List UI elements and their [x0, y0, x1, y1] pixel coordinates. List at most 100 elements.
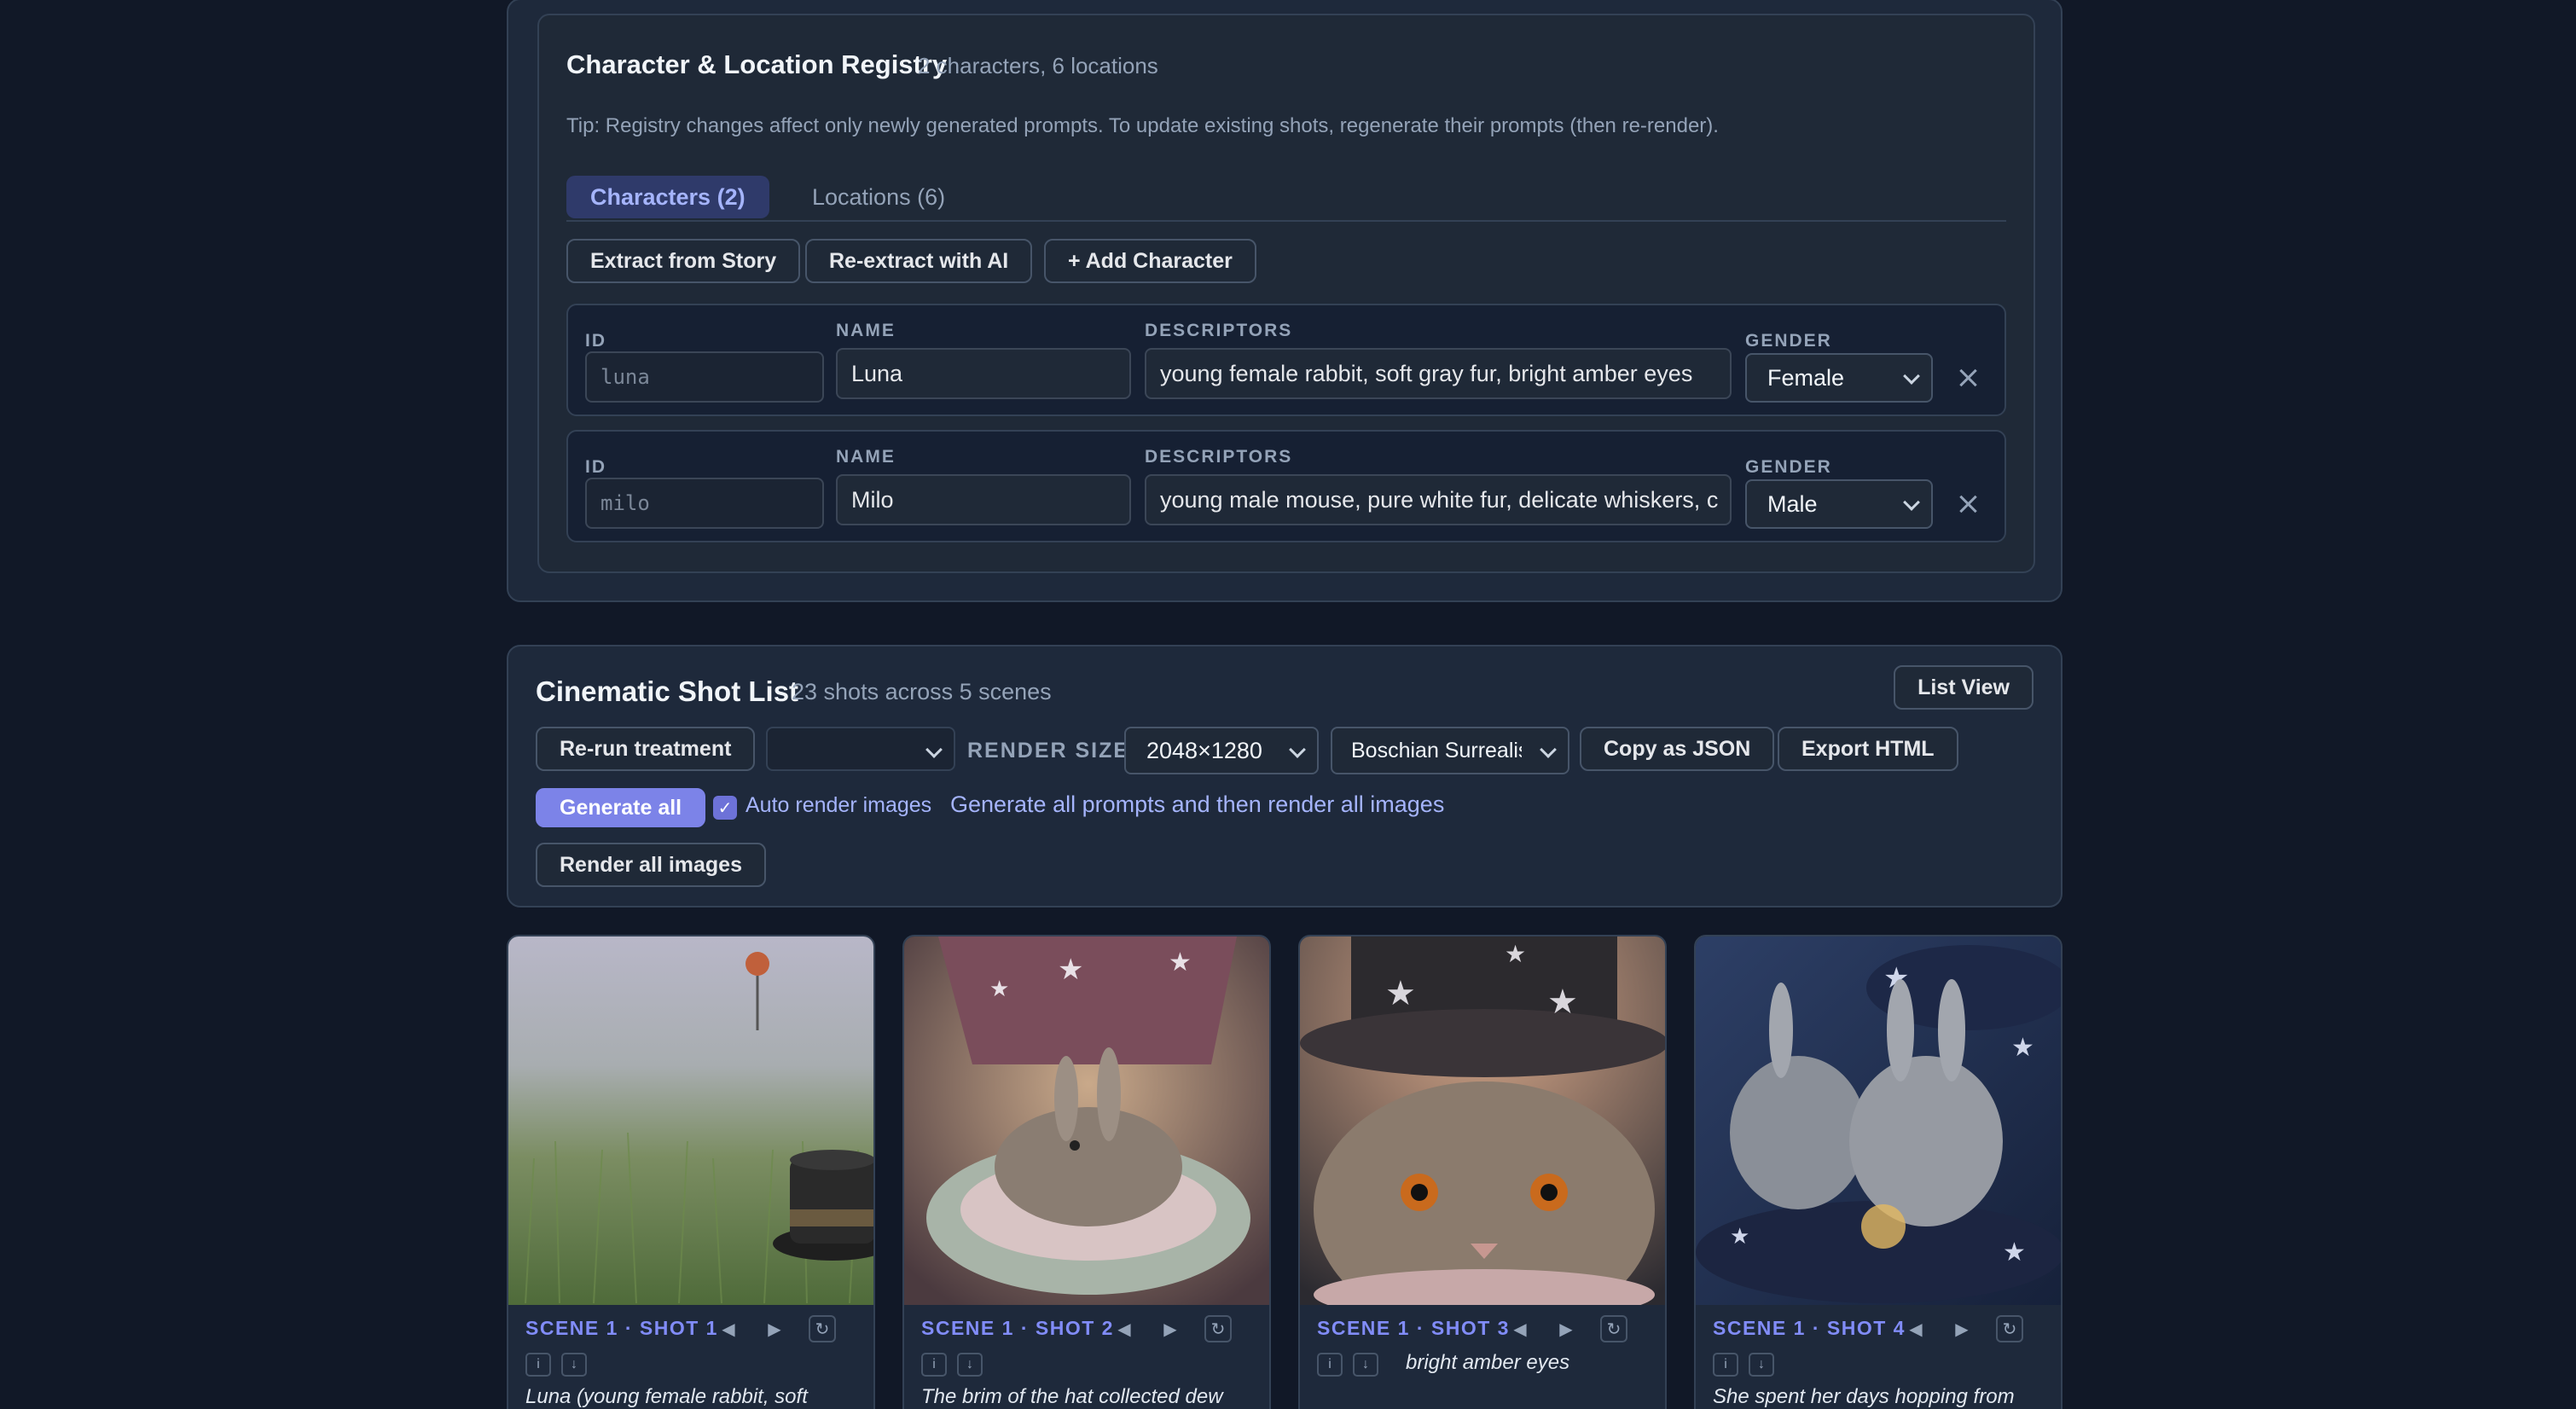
treatment-select[interactable]	[766, 727, 955, 771]
shot-list-subtitle: 23 shots across 5 scenes	[792, 679, 1052, 704]
generate-all-link[interactable]: Generate all prompts and then render all…	[950, 791, 1444, 818]
svg-text:★: ★	[1058, 954, 1083, 986]
render-size-select[interactable]: 2048×1280	[1124, 727, 1319, 774]
character-descriptors-field[interactable]: young male mouse, pure white fur, delica…	[1145, 474, 1732, 525]
shot-label: SCENE 1 · SHOT 1	[525, 1317, 718, 1339]
shot-list-panel: Cinematic Shot List 23 shots across 5 sc…	[507, 645, 2063, 907]
registry-subtitle: 2 characters, 6 locations	[918, 53, 1158, 78]
triangle-left-icon[interactable]: ◀	[1111, 1315, 1138, 1342]
shot-label: SCENE 1 · SHOT 2	[921, 1317, 1114, 1339]
render-all-images-button[interactable]: Render all images	[536, 843, 766, 887]
id-label: ID	[585, 331, 606, 351]
refresh-icon[interactable]: ↻	[809, 1315, 836, 1342]
chevron-down-icon	[1540, 741, 1557, 758]
triangle-right-icon[interactable]: ▶	[761, 1315, 788, 1342]
style-select[interactable]: Boschian Surrealism	[1331, 727, 1569, 774]
close-icon[interactable]	[1957, 367, 1979, 389]
download-icon[interactable]: ↓	[561, 1353, 587, 1377]
character-descriptors-field[interactable]: young female rabbit, soft gray fur, brig…	[1145, 348, 1732, 399]
triangle-right-icon[interactable]: ▶	[1157, 1315, 1184, 1342]
shot-label: SCENE 1 · SHOT 3	[1317, 1317, 1510, 1339]
export-html-button[interactable]: Export HTML	[1778, 727, 1958, 771]
chevron-down-icon	[925, 741, 943, 758]
tab-locations[interactable]: Locations (6)	[788, 176, 969, 218]
chevron-down-icon	[1903, 368, 1920, 385]
refresh-icon[interactable]: ↻	[1996, 1315, 2023, 1342]
gender-label: GENDER	[1745, 331, 1832, 351]
refresh-icon[interactable]: ↻	[1600, 1315, 1627, 1342]
add-character-button[interactable]: + Add Character	[1044, 239, 1256, 283]
chevron-down-icon	[1903, 494, 1920, 511]
shot-thumbnail[interactable]: ★ ★ ★	[904, 936, 1269, 1305]
chevron-down-icon	[1289, 741, 1306, 758]
character-gender-select[interactable]: Male	[1745, 479, 1933, 529]
character-gender-select[interactable]: Female	[1745, 353, 1933, 403]
registry-tabs: Characters (2) Locations (6)	[566, 160, 2006, 222]
refresh-icon[interactable]: ↻	[1204, 1315, 1232, 1342]
shot-caption: bright amber eyes	[1406, 1351, 1570, 1374]
close-icon[interactable]	[1957, 493, 1979, 515]
svg-text:★: ★	[1547, 983, 1578, 1021]
character-name-field[interactable]: Luna	[836, 348, 1131, 399]
triangle-left-icon[interactable]: ◀	[1506, 1315, 1534, 1342]
generate-all-button[interactable]: Generate all	[536, 788, 706, 827]
download-icon[interactable]: ↓	[1749, 1353, 1774, 1377]
rerun-treatment-button[interactable]: Re-run treatment	[536, 727, 756, 771]
copy-json-button[interactable]: Copy as JSON	[1580, 727, 1775, 771]
download-icon[interactable]: ↓	[1353, 1353, 1378, 1377]
shot-card[interactable]: ★ ★ ★ SCENE 1 · SHOT 2 ◀ ▶ ↻ i ↓ The bri…	[902, 935, 1271, 1409]
info-icon[interactable]: i	[525, 1353, 551, 1377]
reextract-ai-button[interactable]: Re-extract with AI	[805, 239, 1033, 283]
shot-card[interactable]: ★ ★ ★ ★ SCENE 1 · SHOT 4 ◀ ▶ ↻ i ↓ She s…	[1694, 935, 2063, 1409]
svg-text:★: ★	[989, 976, 1009, 1001]
svg-text:★: ★	[1169, 948, 1192, 977]
character-name-field[interactable]: Milo	[836, 474, 1131, 525]
descriptors-label: DESCRIPTORS	[1145, 321, 1293, 340]
extract-from-story-button[interactable]: Extract from Story	[566, 239, 801, 283]
gender-label: GENDER	[1745, 457, 1832, 477]
tab-characters[interactable]: Characters (2)	[566, 176, 769, 218]
shot-thumbnail[interactable]: ★ ★ ★ ★	[1696, 936, 2061, 1305]
registry-title: Character & Location Registry	[566, 49, 948, 79]
auto-render-checkbox[interactable]: ✓	[713, 796, 737, 820]
name-label: NAME	[836, 321, 896, 340]
character-row-milo: ID NAME DESCRIPTORS GENDER milo Milo you…	[566, 430, 2006, 542]
auto-render-label[interactable]: Auto render images	[746, 793, 931, 818]
registry-outer-panel: Character & Location Registry 2 characte…	[507, 0, 2063, 602]
triangle-left-icon[interactable]: ◀	[715, 1315, 742, 1342]
download-icon[interactable]: ↓	[957, 1353, 983, 1377]
registry-tip: Tip: Registry changes affect only newly …	[566, 114, 1719, 137]
triangle-left-icon[interactable]: ◀	[1902, 1315, 1929, 1342]
svg-text:★: ★	[2011, 1034, 2034, 1062]
triangle-right-icon[interactable]: ▶	[1948, 1315, 1976, 1342]
info-icon[interactable]: i	[1317, 1353, 1343, 1377]
shot-caption: The brim of the hat collected dew	[921, 1385, 1223, 1408]
svg-text:★: ★	[1385, 975, 1416, 1012]
triangle-right-icon[interactable]: ▶	[1552, 1315, 1580, 1342]
svg-text:★: ★	[1730, 1223, 1749, 1249]
render-size-label: RENDER SIZE	[967, 739, 1130, 762]
svg-text:★: ★	[1505, 941, 1526, 967]
shot-label: SCENE 1 · SHOT 4	[1713, 1317, 1906, 1339]
svg-text:★: ★	[2003, 1238, 2026, 1267]
info-icon[interactable]: i	[921, 1353, 947, 1377]
id-label: ID	[585, 457, 606, 477]
shot-list-title: Cinematic Shot List	[536, 676, 799, 707]
character-id-field[interactable]: milo	[585, 478, 824, 529]
registry-panel: Character & Location Registry 2 characte…	[537, 14, 2035, 573]
shot-card[interactable]: ★ ★ ★ SCENE 1 · SHOT 3 ◀ ▶ ↻ i ↓ bright …	[1298, 935, 1667, 1409]
list-view-button[interactable]: List View	[1894, 665, 2034, 710]
descriptors-label: DESCRIPTORS	[1145, 447, 1293, 467]
character-row-luna: ID NAME DESCRIPTORS GENDER luna Luna you…	[566, 304, 2006, 416]
shot-thumbnail[interactable]: ★ ★ ★	[1300, 936, 1665, 1305]
render-size-value: 2048×1280	[1146, 737, 1262, 763]
shot-card[interactable]: SCENE 1 · SHOT 1 ◀ ▶ ↻ i ↓ Luna (young f…	[507, 935, 875, 1409]
character-id-field[interactable]: luna	[585, 351, 824, 403]
shot-caption: Luna (young female rabbit, soft	[525, 1385, 808, 1408]
app-root: Character & Location Registry 2 characte…	[0, 0, 2576, 1409]
shot-thumbnail[interactable]	[508, 936, 873, 1305]
style-value: Boschian Surrealism	[1351, 738, 1522, 762]
shot-caption: She spent her days hopping from	[1713, 1385, 2015, 1408]
gender-value: Male	[1767, 490, 1818, 517]
info-icon[interactable]: i	[1713, 1353, 1738, 1377]
